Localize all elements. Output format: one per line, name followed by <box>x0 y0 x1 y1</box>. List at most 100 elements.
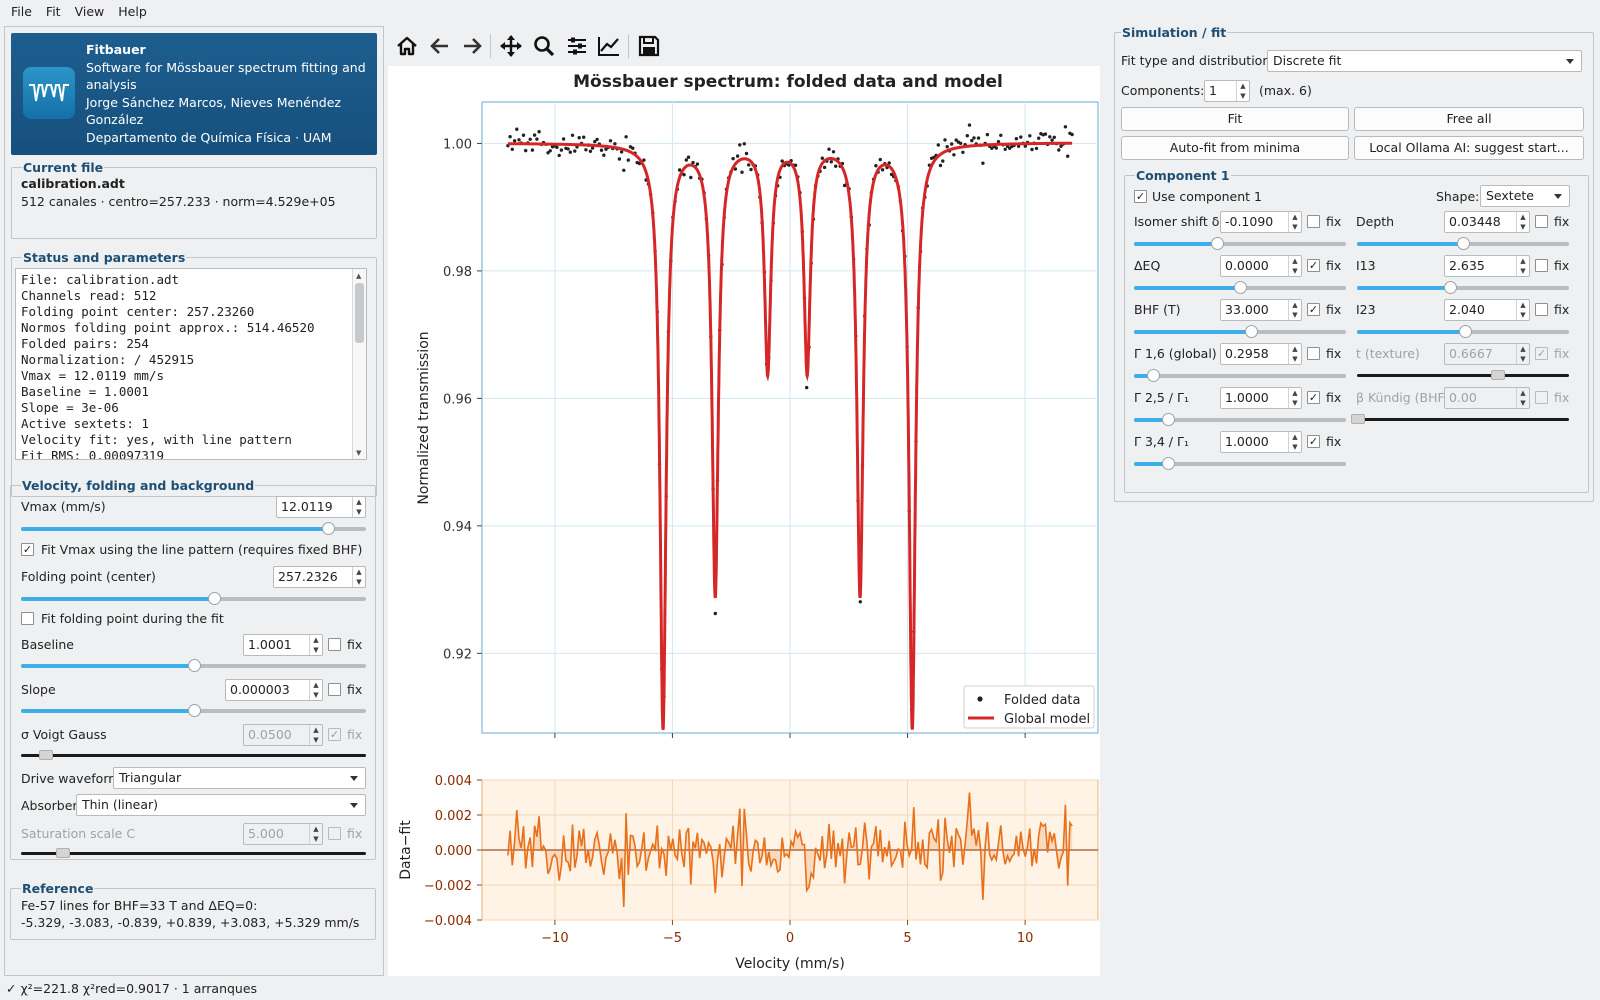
free-all-button[interactable]: Free all <box>1354 107 1584 131</box>
brand-header: Fitbauer Software for Mössbauer spectrum… <box>11 33 377 155</box>
y-tick-label: 1.00 <box>443 137 472 152</box>
param-spinbox[interactable]: 0.6667 ▲ ▼ <box>1444 343 1530 365</box>
data-point <box>521 133 526 137</box>
fit-folding-checkbox[interactable] <box>21 612 34 625</box>
param-spinbox[interactable]: 0.0000 ▲ ▼ <box>1220 255 1302 277</box>
auto-fit-button[interactable]: Auto-fit from minima <box>1121 136 1349 160</box>
param-slider[interactable] <box>1134 325 1346 338</box>
baseline-slider[interactable] <box>21 659 366 672</box>
data-point <box>744 151 749 156</box>
slope-slider[interactable] <box>21 704 366 717</box>
configure-subplots-icon[interactable] <box>562 32 592 60</box>
param-slider[interactable] <box>1357 281 1569 294</box>
param-spinbox[interactable]: 2.040 ▲ ▼ <box>1444 299 1530 321</box>
param-fix-label: fix <box>1554 258 1570 273</box>
data-point <box>747 163 751 167</box>
menu-fit[interactable]: Fit <box>39 4 68 19</box>
data-point <box>684 158 688 162</box>
components-max-label: (max. 6) <box>1259 83 1312 98</box>
slope-fix-label: fix <box>347 682 363 697</box>
edit-axis-icon[interactable] <box>594 32 624 60</box>
data-point <box>985 132 990 137</box>
app-description: Software for Mössbauer spectrum fitting … <box>86 59 366 93</box>
menu-file[interactable]: File <box>4 4 39 19</box>
param-slider[interactable] <box>1134 237 1346 250</box>
folding-slider[interactable] <box>21 592 366 605</box>
scroll-up-icon[interactable]: ▲ <box>356 272 361 280</box>
menu-help[interactable]: Help <box>111 4 154 19</box>
param-slider[interactable] <box>1357 370 1569 380</box>
param-fix-checkbox[interactable]: ✓ <box>1307 435 1320 448</box>
vmax-label: Vmax (mm/s) <box>21 499 106 514</box>
param-fix-checkbox[interactable]: ✓ <box>1535 347 1548 360</box>
shape-select[interactable]: Sextete <box>1480 185 1570 207</box>
absorber-select[interactable]: Thin (linear) <box>76 794 366 816</box>
param-slider[interactable] <box>1134 281 1346 294</box>
back-icon[interactable] <box>425 32 455 60</box>
sigma-fix-checkbox[interactable]: ✓ <box>328 728 341 741</box>
param-slider[interactable] <box>1357 237 1569 250</box>
param-slider[interactable] <box>1134 413 1346 426</box>
use-component-checkbox[interactable]: ✓ <box>1134 190 1147 203</box>
data-point <box>524 148 528 153</box>
ollama-suggest-button[interactable]: Local Ollama AI: suggest start... <box>1354 136 1584 160</box>
param-slider[interactable] <box>1134 369 1346 382</box>
param-fix-checkbox[interactable] <box>1535 259 1548 272</box>
current-file-title: Current file <box>22 160 105 175</box>
param-spinbox[interactable]: 1.0000 ▲ ▼ <box>1220 387 1302 409</box>
app-department: Departamento de Química Física · UAM <box>86 129 332 145</box>
status-scrollbar[interactable]: ▲ ▼ <box>352 269 366 459</box>
fit-button[interactable]: Fit <box>1121 107 1349 131</box>
drive-waveform-select[interactable]: Triangular <box>113 767 366 789</box>
saturation-slider[interactable] <box>21 848 366 858</box>
status-text: File: calibration.adt Channels read: 512… <box>21 272 315 460</box>
home-icon[interactable] <box>392 32 422 60</box>
param-fix-checkbox[interactable] <box>1535 215 1548 228</box>
param-fix-checkbox[interactable]: ✓ <box>1307 259 1320 272</box>
fit-type-select[interactable]: Discrete fit <box>1267 50 1582 72</box>
param-slider[interactable] <box>1357 325 1569 338</box>
vmax-slider[interactable] <box>21 522 366 535</box>
param-spinbox[interactable]: 33.000 ▲ ▼ <box>1220 299 1302 321</box>
pan-icon[interactable] <box>496 32 526 60</box>
forward-icon[interactable] <box>457 32 487 60</box>
scroll-down-icon[interactable]: ▼ <box>356 449 361 457</box>
components-spinbox[interactable]: 1 ▲ ▼ <box>1204 80 1250 102</box>
param-spinbox[interactable]: 0.03448 ▲ ▼ <box>1444 211 1530 233</box>
sigma-spinbox[interactable]: 0.0500 ▲ ▼ <box>243 724 323 746</box>
saturation-fix-checkbox[interactable] <box>328 827 341 840</box>
menu-view[interactable]: View <box>68 4 112 19</box>
data-point <box>965 134 969 138</box>
param-spinbox[interactable]: 1.0000 ▲ ▼ <box>1220 431 1302 453</box>
data-point <box>943 138 947 142</box>
slope-spinbox[interactable]: 0.000003 ▲ ▼ <box>225 679 323 701</box>
velocity-title: Velocity, folding and background <box>21 478 256 493</box>
param-label: BHF (T) <box>1134 302 1181 317</box>
param-fix-checkbox[interactable] <box>1535 303 1548 316</box>
folding-spinbox[interactable]: 257.2326 ▲ ▼ <box>273 566 366 588</box>
baseline-fix-checkbox[interactable] <box>328 638 341 651</box>
param-fix-checkbox[interactable] <box>1535 391 1548 404</box>
param-fix-checkbox[interactable]: ✓ <box>1307 303 1320 316</box>
param-slider[interactable] <box>1351 414 1569 424</box>
status-text-area[interactable]: File: calibration.adt Channels read: 512… <box>15 268 367 460</box>
scroll-thumb[interactable] <box>355 283 364 343</box>
fit-vmax-checkbox[interactable]: ✓ <box>21 543 34 556</box>
param-fix-checkbox[interactable]: ✓ <box>1307 391 1320 404</box>
param-spinbox[interactable]: -0.1090 ▲ ▼ <box>1220 211 1302 233</box>
slope-fix-checkbox[interactable] <box>328 683 341 696</box>
data-point <box>970 138 974 143</box>
data-point <box>631 146 635 150</box>
zoom-icon[interactable] <box>529 32 559 60</box>
param-spinbox[interactable]: 2.635 ▲ ▼ <box>1444 255 1530 277</box>
saturation-spinbox[interactable]: 5.000 ▲ ▼ <box>243 823 323 845</box>
param-fix-checkbox[interactable] <box>1307 215 1320 228</box>
param-fix-checkbox[interactable] <box>1307 347 1320 360</box>
baseline-spinbox[interactable]: 1.0001 ▲ ▼ <box>243 634 323 656</box>
save-icon[interactable] <box>634 32 664 60</box>
param-spinbox[interactable]: 0.2958 ▲ ▼ <box>1220 343 1302 365</box>
param-spinbox[interactable]: 0.00 ▲ ▼ <box>1444 387 1530 409</box>
sigma-slider[interactable] <box>21 750 366 760</box>
param-slider[interactable] <box>1134 457 1346 470</box>
vmax-spinbox[interactable]: 12.0119 ▲ ▼ <box>276 496 366 518</box>
